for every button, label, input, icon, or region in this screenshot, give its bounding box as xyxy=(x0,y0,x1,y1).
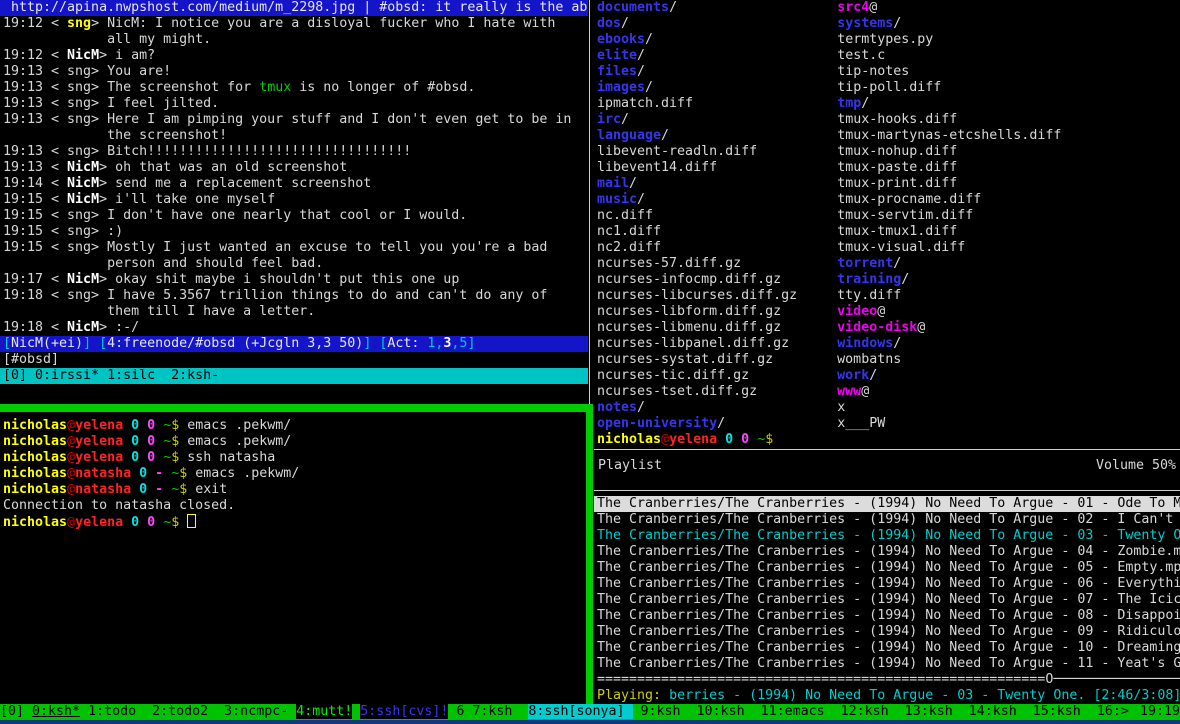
terminal-line: 19:13 < sng> The screenshot for tmux is … xyxy=(0,80,588,96)
terminal-line: all my might. xyxy=(0,32,588,48)
terminal-window: http://apina.nwpshost.com/medium/m_2298.… xyxy=(0,0,1180,724)
terminal-line: 19:18 < sng> I have 5.3567 trillion thin… xyxy=(0,288,588,304)
irc-pane[interactable]: http://apina.nwpshost.com/medium/m_2298.… xyxy=(0,0,588,400)
file-row: dos/ systems/ xyxy=(594,16,1180,32)
playlist-item[interactable]: The Cranberries/The Cranberries - (1994)… xyxy=(594,592,1180,608)
pane-border-horizontal-left[interactable] xyxy=(0,404,593,412)
irc-status-bar: [NicM(+ei)] [4:freenode/#obsd (+Jcgln 3,… xyxy=(0,336,588,352)
file-row: irc/ tmux-hooks.diff xyxy=(594,112,1180,128)
playlist-item[interactable]: The Cranberries/The Cranberries - (1994)… xyxy=(594,512,1180,528)
terminal-line: nicholas@yelena 0 0 ~$ xyxy=(0,514,588,530)
file-row: nc2.diff tmux-visual.diff xyxy=(594,240,1180,256)
playlist-item[interactable]: The Cranberries/The Cranberries - (1994)… xyxy=(594,496,1180,512)
terminal-line: 19:13 < sng> You are! xyxy=(0,64,588,80)
file-row: notes/ x xyxy=(594,400,1180,416)
terminal-line: 19:13 < NicM> oh that was an old screens… xyxy=(0,160,588,176)
terminal-line: 19:13 < sng> I feel jilted. xyxy=(0,96,588,112)
terminal-line: them till I have a letter. xyxy=(0,304,588,320)
text-cursor xyxy=(187,514,196,528)
file-row: mail/ tmux-print.diff xyxy=(594,176,1180,192)
terminal-line: 19:18 < NicM> :-/ xyxy=(0,320,588,336)
terminal-line: 19:15 < sng> Mostly I just wanted an exc… xyxy=(0,240,588,256)
tmux-status-bar: [0] 0:ksh* 1:todo 2:todo2 3:ncmpc- 4:mut… xyxy=(0,704,1180,720)
playlist-item[interactable]: The Cranberries/The Cranberries - (1994)… xyxy=(594,576,1180,592)
playlist-item[interactable]: The Cranberries/The Cranberries - (1994)… xyxy=(594,656,1180,672)
playlist-item[interactable]: The Cranberries/The Cranberries - (1994)… xyxy=(594,624,1180,640)
terminal-line: person and should feel bad. xyxy=(0,256,588,272)
shell-prompt[interactable]: nicholas@yelena 0 0 ~$ xyxy=(594,432,1180,448)
file-row: nc.diff tmux-servtim.diff xyxy=(594,208,1180,224)
pane-border-vertical-top xyxy=(589,0,590,404)
file-listing: documents/ src4@dos/ systems/ebooks/ ter… xyxy=(594,0,1180,432)
terminal-line: 19:12 < NicM> i am? xyxy=(0,48,588,64)
terminal-line: nicholas@natasha 0 - ~$ exit xyxy=(0,482,588,498)
terminal-line: 19:13 < sng> Bitch!!!!!!!!!!!!!!!!!!!!!!… xyxy=(0,144,588,160)
terminal-line: nicholas@natasha 0 - ~$ emacs .pekwm/ xyxy=(0,466,588,482)
file-row: ncurses-tset.diff.gz www@ xyxy=(594,384,1180,400)
terminal-line: 19:17 < NicM> okay shit maybe i shouldn'… xyxy=(0,272,588,288)
music-player-pane[interactable]: Playlist Volume 50% The Cranberries/The … xyxy=(594,450,1180,704)
terminal-line: 19:15 < NicM> i'll take one myself xyxy=(0,192,588,208)
file-row: libevent-readln.diff tmux-nohup.diff xyxy=(594,144,1180,160)
player-view-title: Playlist xyxy=(598,458,662,474)
file-row: ncurses-infocmp.diff.gz training/ xyxy=(594,272,1180,288)
tmux-window-list[interactable]: [0] 0:ksh* 1:todo 2:todo2 3:ncmpc- 4:mut… xyxy=(0,704,1129,720)
tmux-clock: 19:19 xyxy=(1132,704,1180,720)
player-volume-indicator: Volume 50% xyxy=(1096,458,1176,474)
file-row: open-university/ x___PW xyxy=(594,416,1180,432)
terminal-line: the screenshot! xyxy=(0,128,588,144)
file-row: ncurses-libpanel.diff.gz windows/ xyxy=(594,336,1180,352)
terminal-line: 19:15 < sng> I don't have one nearly tha… xyxy=(0,208,588,224)
playlist-item[interactable]: The Cranberries/The Cranberries - (1994)… xyxy=(594,608,1180,624)
playlist-item[interactable]: The Cranberries/The Cranberries - (1994)… xyxy=(594,528,1180,544)
terminal-line: 19:15 < sng> :) xyxy=(0,224,588,240)
file-row: ncurses-systat.diff.gz wombatns xyxy=(594,352,1180,368)
player-header-rule xyxy=(594,490,1180,491)
player-seekbar[interactable]: ========================================… xyxy=(594,672,1180,688)
file-row: images/ tip-poll.diff xyxy=(594,80,1180,96)
files-pane[interactable]: documents/ src4@dos/ systems/ebooks/ ter… xyxy=(594,0,1180,432)
terminal-line: 19:12 < sng> NicM: I notice you are a di… xyxy=(0,16,588,32)
irc-message-area: 19:12 < sng> NicM: I notice you are a di… xyxy=(0,16,588,352)
playlist-item[interactable]: The Cranberries/The Cranberries - (1994)… xyxy=(594,544,1180,560)
irc-input-line[interactable]: [#obsd] xyxy=(0,352,588,368)
file-row: ncurses-libform.diff.gz video@ xyxy=(594,304,1180,320)
file-row: documents/ src4@ xyxy=(594,0,1180,16)
terminal-line: nicholas@yelena 0 0 ~$ emacs .pekwm/ xyxy=(0,434,588,450)
irc-topic-bar: http://apina.nwpshost.com/medium/m_2298.… xyxy=(0,0,588,16)
shell-pane[interactable]: nicholas@yelena 0 0 ~$ emacs .pekwm/nich… xyxy=(0,418,588,704)
file-row: ncurses-libmenu.diff.gz video-disk@ xyxy=(594,320,1180,336)
terminal-line: nicholas@yelena 0 0 ~$ ssh natasha xyxy=(0,450,588,466)
player-status-line: Playing: berries - (1994) No Need To Arg… xyxy=(594,688,1180,704)
terminal-line: 19:13 < sng> Here I am pimping your stuf… xyxy=(0,112,588,128)
playlist-item[interactable]: The Cranberries/The Cranberries - (1994)… xyxy=(594,560,1180,576)
file-row: ncurses-57.diff.gz torrent/ xyxy=(594,256,1180,272)
nested-session-window-bar: [0] 0:irssi* 1:silc 2:ksh- xyxy=(0,368,588,384)
file-row: elite/ test.c xyxy=(594,48,1180,64)
bottom-edge-strip xyxy=(0,720,1180,724)
file-row: ebooks/ termtypes.py xyxy=(594,32,1180,48)
terminal-line: Connection to natasha closed. xyxy=(0,498,588,514)
terminal-line: 19:14 < NicM> send me a replacement scre… xyxy=(0,176,588,192)
terminal-line: nicholas@yelena 0 0 ~$ emacs .pekwm/ xyxy=(0,418,588,434)
file-row: libevent14.diff tmux-paste.diff xyxy=(594,160,1180,176)
file-row: ipmatch.diff tmp/ xyxy=(594,96,1180,112)
playlist-item[interactable]: The Cranberries/The Cranberries - (1994)… xyxy=(594,640,1180,656)
file-row: ncurses-libcurses.diff.gz tty.diff xyxy=(594,288,1180,304)
file-row: files/ tip-notes xyxy=(594,64,1180,80)
playlist[interactable]: The Cranberries/The Cranberries - (1994)… xyxy=(594,496,1180,672)
file-row: nc1.diff tmux-tmux1.diff xyxy=(594,224,1180,240)
file-row: ncurses-tic.diff.gz work/ xyxy=(594,368,1180,384)
file-row: music/ tmux-procname.diff xyxy=(594,192,1180,208)
file-row: language/ tmux-martynas-etcshells.diff xyxy=(594,128,1180,144)
